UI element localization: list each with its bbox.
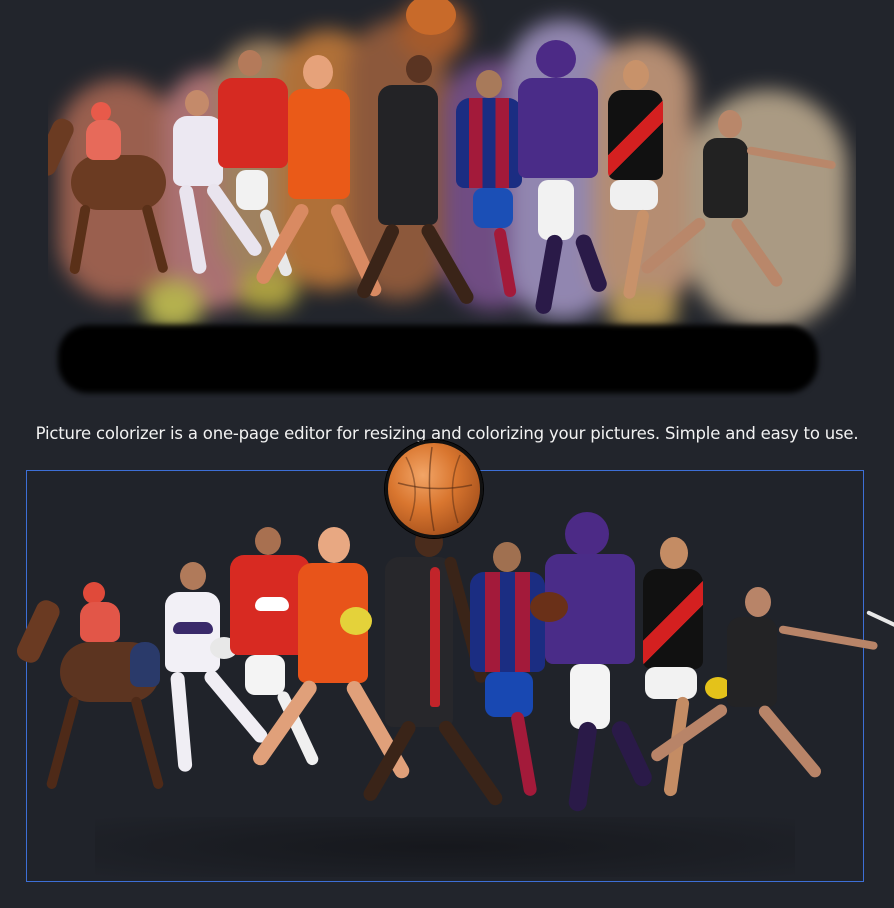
preview-figures xyxy=(48,0,856,398)
preview-image xyxy=(48,0,856,398)
app-root: Picture colorizer is a one-page editor f… xyxy=(0,0,894,908)
ball-preview xyxy=(406,0,456,35)
app-description: Picture colorizer is a one-page editor f… xyxy=(35,424,859,443)
basketball-icon[interactable] xyxy=(385,440,483,538)
image-reflection xyxy=(95,817,795,877)
basketball-lines xyxy=(397,446,473,532)
editor-image[interactable] xyxy=(5,507,894,887)
ground-shadow xyxy=(58,325,818,393)
